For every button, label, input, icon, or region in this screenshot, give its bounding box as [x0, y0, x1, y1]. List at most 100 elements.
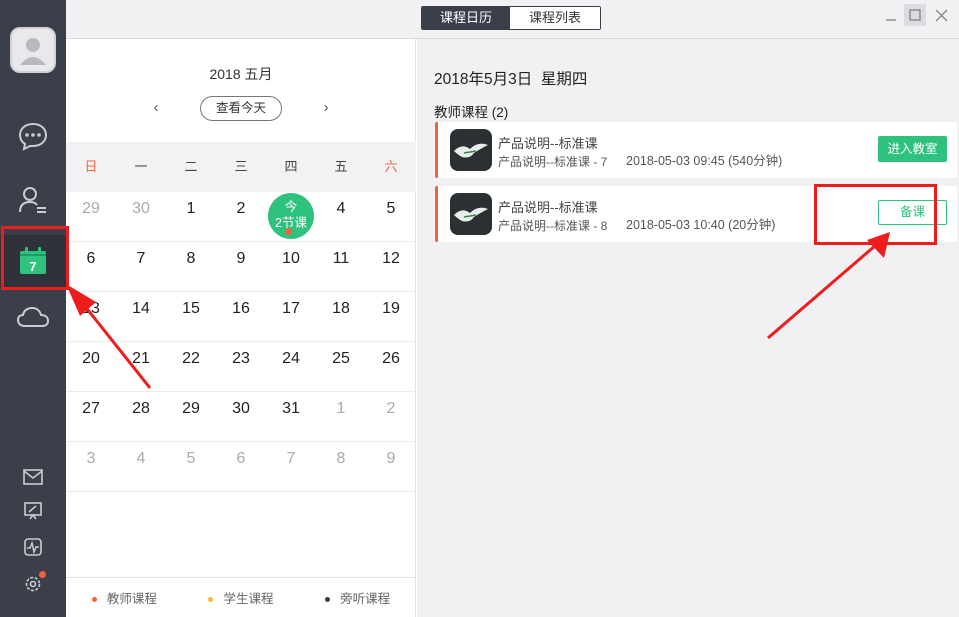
- calendar-day[interactable]: 21: [116, 342, 166, 391]
- calendar-day[interactable]: 27: [66, 392, 116, 441]
- top-bar: 课程日历 课程列表: [66, 0, 959, 39]
- tab-course-list[interactable]: 课程列表: [510, 7, 600, 29]
- weekday-label: 日: [84, 159, 98, 174]
- course-title: 产品说明--标准课: [498, 200, 598, 215]
- calendar-day[interactable]: 16: [216, 292, 266, 341]
- calendar-day[interactable]: 1: [316, 392, 366, 441]
- calendar-day[interactable]: 19: [366, 292, 416, 341]
- course-legend: 教师课程 学生课程 旁听课程: [66, 577, 416, 617]
- calendar-day[interactable]: 7: [116, 242, 166, 291]
- enter-classroom-button[interactable]: 进入教室: [878, 136, 947, 162]
- teacher-course-dot: [285, 228, 292, 235]
- cloud-icon[interactable]: [0, 292, 66, 342]
- calendar-day[interactable]: 30: [116, 192, 166, 241]
- calendar-day[interactable]: 12: [366, 242, 416, 291]
- today-button[interactable]: 查看今天: [200, 96, 282, 121]
- calendar-day[interactable]: 4: [116, 442, 166, 491]
- calendar-day[interactable]: 8: [316, 442, 366, 491]
- presentation-icon[interactable]: [20, 498, 46, 524]
- course-subtitle: 产品说明--标准课 - 7: [498, 155, 608, 169]
- calendar-day[interactable]: 28: [116, 392, 166, 441]
- course-detail-panel: 2018年5月3日 星期四 教师课程 (2) 产品说明--标准课 产品说明--标…: [417, 39, 959, 617]
- settings-icon[interactable]: [20, 570, 46, 596]
- calendar-day[interactable]: 30: [216, 392, 266, 441]
- calendar-week: 3 4 5 6 7 8 9: [66, 442, 416, 492]
- calendar-day[interactable]: 23: [216, 342, 266, 391]
- maximize-icon[interactable]: [904, 4, 926, 26]
- legend-audit: 旁听课程: [325, 588, 390, 607]
- calendar-day-today[interactable]: 今 2节课: [266, 192, 316, 241]
- calendar-day[interactable]: 2: [366, 392, 416, 441]
- calendar-day[interactable]: 5: [166, 442, 216, 491]
- weekday-label: 五: [334, 159, 348, 174]
- avatar[interactable]: [10, 27, 56, 73]
- course-thumbnail: [450, 129, 492, 171]
- calendar-day[interactable]: 9: [216, 242, 266, 291]
- weekday-label: 六: [384, 159, 398, 174]
- calendar-day[interactable]: 5: [366, 192, 416, 241]
- calendar-day[interactable]: 17: [266, 292, 316, 341]
- weekday-label: 一: [134, 159, 148, 174]
- mail-icon[interactable]: [20, 464, 46, 490]
- selected-date: 2018年5月3日 星期四: [434, 71, 588, 88]
- legend-teacher: 教师课程: [91, 588, 157, 607]
- settings-badge: [39, 571, 46, 578]
- course-subtitle: 产品说明--标准课 - 8: [498, 219, 608, 233]
- calendar-day[interactable]: 25: [316, 342, 366, 391]
- legend-student: 学生课程: [208, 588, 273, 607]
- course-thumbnail: [450, 193, 492, 235]
- calendar-day[interactable]: 31: [266, 392, 316, 441]
- calendar-day[interactable]: 11: [316, 242, 366, 291]
- prev-month-button[interactable]: ‹: [146, 97, 166, 119]
- course-card[interactable]: 产品说明--标准课 产品说明--标准课 - 7 2018-05-03 09:45…: [435, 122, 957, 178]
- contacts-icon[interactable]: [0, 175, 66, 225]
- calendar-day[interactable]: 15: [166, 292, 216, 341]
- next-month-button[interactable]: ›: [316, 97, 336, 119]
- calendar-day[interactable]: 22: [166, 342, 216, 391]
- calendar-week: 6 7 8 9 10 11 12: [66, 242, 416, 292]
- calendar-day[interactable]: 3: [66, 442, 116, 491]
- calendar-day[interactable]: 10: [266, 242, 316, 291]
- calendar-day[interactable]: 14: [116, 292, 166, 341]
- calendar-grid: 29 30 1 2 今 2节课 4 5 6 7 8 9 10 11 12 13: [66, 192, 416, 492]
- calendar-week: 27 28 29 30 31 1 2: [66, 392, 416, 442]
- calendar-day[interactable]: 26: [366, 342, 416, 391]
- calendar-day[interactable]: 7: [266, 442, 316, 491]
- weekday-header: 日 一 二 三 四 五 六: [66, 142, 416, 192]
- calendar-day[interactable]: 4: [316, 192, 366, 241]
- calendar-day[interactable]: 20: [66, 342, 116, 391]
- chat-icon[interactable]: [0, 111, 66, 161]
- course-time: 2018-05-03 10:40 (20分钟): [626, 218, 776, 232]
- close-icon[interactable]: [930, 4, 952, 26]
- calendar-day[interactable]: 29: [66, 192, 116, 241]
- weekday-label: 二: [184, 159, 198, 174]
- month-title: 2018 五月: [209, 66, 273, 82]
- course-time: 2018-05-03 09:45 (540分钟): [626, 154, 783, 168]
- calendar-day[interactable]: 6: [66, 242, 116, 291]
- calendar-panel: 2018 五月 ‹ 查看今天 › 日 一 二 三 四 五 六 29 30 1 2…: [66, 39, 416, 617]
- view-switcher: 课程日历 课程列表: [421, 6, 601, 30]
- calendar-week: 20 21 22 23 24 25 26: [66, 342, 416, 392]
- calendar-week: 13 14 15 16 17 18 19: [66, 292, 416, 342]
- teacher-course-heading: 教师课程 (2): [434, 105, 509, 120]
- annotation-highlight-calendar: [1, 226, 69, 290]
- calendar-day[interactable]: 8: [166, 242, 216, 291]
- calendar-week: 29 30 1 2 今 2节课 4 5: [66, 192, 416, 242]
- tab-course-calendar[interactable]: 课程日历: [422, 7, 510, 29]
- calendar-day[interactable]: 18: [316, 292, 366, 341]
- weekday-label: 三: [234, 159, 248, 174]
- calendar-day[interactable]: 6: [216, 442, 266, 491]
- today-label: 今: [284, 200, 298, 214]
- calendar-day[interactable]: 29: [166, 392, 216, 441]
- calendar-day[interactable]: 2: [216, 192, 266, 241]
- annotation-highlight-prepare: [814, 184, 937, 245]
- activity-icon[interactable]: [20, 534, 46, 560]
- course-title: 产品说明--标准课: [498, 136, 598, 151]
- calendar-day[interactable]: 24: [266, 342, 316, 391]
- weekday-label: 四: [284, 159, 298, 174]
- minimize-icon[interactable]: [880, 4, 902, 26]
- sidebar: 7: [0, 0, 66, 617]
- calendar-day[interactable]: 1: [166, 192, 216, 241]
- calendar-day[interactable]: 13: [66, 292, 116, 341]
- calendar-day[interactable]: 9: [366, 442, 416, 491]
